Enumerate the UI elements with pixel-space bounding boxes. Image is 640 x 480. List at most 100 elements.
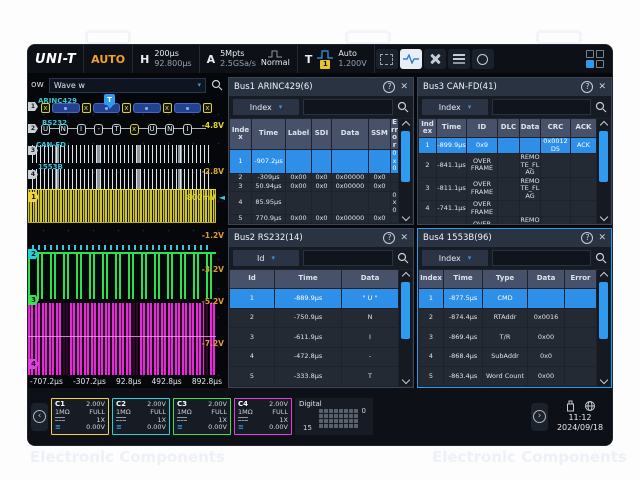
xy-tool-button[interactable] [424,49,446,69]
filter-dropdown[interactable]: Index▾ [422,250,488,266]
table-row[interactable]: 4-472.8µs- [230,348,398,367]
table-row[interactable]: 485.95µs0x0 [230,192,398,215]
zoom-search-icon[interactable] [211,79,223,91]
coupling-icon [177,417,187,422]
table-row[interactable]: 2-874.4µsRTAddr0x0016 [419,309,596,328]
close-icon[interactable]: ✕ [598,82,606,92]
search-input[interactable] [303,99,393,115]
scroll-up-icon[interactable] [401,121,409,129]
table-row[interactable]: 5-863.4µsWord Count0x00 [419,367,596,386]
table-row[interactable]: 1-877.5µsCMD [419,289,596,308]
table-row[interactable]: 2-841.1µsOVER FRAMEREMOTE_FLAG [419,154,596,177]
close-icon[interactable]: ✕ [400,82,408,92]
table-row[interactable]: 350.94µs0x000x00x000000x0 [230,183,398,191]
trigger-level-arrow-icon: ◄ [219,193,225,202]
bus2-position-tag[interactable]: 2 [28,124,38,133]
panel-header[interactable]: Bus4 1553B(96) ? ✕ [418,229,611,247]
search-input[interactable] [492,250,591,266]
table-cell: 0x00 [528,328,564,347]
scroll-down-icon[interactable] [599,376,607,384]
decode-tool-button[interactable] [400,49,422,69]
search-icon[interactable] [397,252,409,264]
scroll-thumb[interactable] [599,282,608,339]
scroll-down-icon[interactable] [599,213,607,221]
close-icon[interactable]: ✕ [400,233,408,243]
scroll-down-icon[interactable] [401,376,409,384]
results-tool-button[interactable] [448,49,470,69]
table-row[interactable]: 3-811.1µsOVER FRAMEREMOTE_FLAG [419,178,596,201]
scroll-right-button[interactable]: › [531,403,548,431]
panel-title: Bus4 1553B(96) [423,233,576,243]
scroll-up-icon[interactable] [599,121,607,129]
horizontal-settings[interactable]: H 200µs92.800µs [133,45,199,73]
acquire-settings[interactable]: A 5Mpts2.5GSa/s Normal [200,45,298,73]
search-input[interactable] [492,99,591,115]
table-cell: ACK [571,138,596,153]
scrollbar[interactable] [399,119,412,223]
table-row[interactable]: 2-309µs0x000x00x000000x0 [230,174,398,182]
bus1-wave-label: ARINC429 [38,97,77,105]
search-icon[interactable] [595,101,607,113]
decode-table: IdTimeData1-889.9µs" U "2-750.9µsN3-611.… [230,270,398,386]
table-row[interactable]: 5770.9µs0x000x00x000000x0 [230,215,398,223]
table-row[interactable]: 4-868.4µsSubAddr0x0 [419,348,596,367]
decode-frame [133,103,161,113]
table-row[interactable]: 5-333.8µsT [230,367,398,386]
scroll-thumb[interactable] [401,131,410,182]
table-cell: OVER FRAME [467,217,497,224]
bus4-wave-label: 1553B [38,163,63,171]
run-mode-button[interactable]: AUTO [84,45,133,73]
panel-header[interactable]: Bus2 RS232(14) ? ✕ [229,229,413,247]
help-icon[interactable]: ? [581,81,593,93]
measure-tool-button[interactable] [376,49,398,69]
trigger-settings[interactable]: T 1 Auto1.200V [298,45,375,73]
filter-dropdown[interactable]: Index▾ [233,99,299,115]
help-icon[interactable]: ? [383,81,395,93]
window-layout-button[interactable] [586,50,604,73]
table-row[interactable]: 3-869.4µsT/R0x00 [419,328,596,347]
table-row[interactable]: 3-611.9µsI [230,328,398,347]
scroll-down-icon[interactable] [401,213,409,221]
table-cell: N [342,309,398,328]
scrollbar[interactable] [597,270,610,386]
scrollbar[interactable] [399,270,412,386]
table-cell: -741.1µs [437,201,466,216]
channel3-badge[interactable]: C32.00V 1MΩFULL 1X ≡0.00V [173,398,231,435]
help-icon[interactable]: ? [581,232,593,244]
coupling-icon [55,417,65,422]
search-icon[interactable] [595,252,607,264]
scroll-up-icon[interactable] [599,272,607,280]
scrollbar[interactable] [597,119,610,223]
panel-header[interactable]: Bus1 ARINC429(6) ? ✕ [229,78,413,96]
search-icon[interactable] [397,101,409,113]
search-tool-button[interactable] [472,49,494,69]
trigger-position-flag[interactable]: T [104,94,115,105]
panel-title: Bus2 RS232(14) [234,233,378,243]
bus1-position-tag[interactable]: 1 [28,102,38,111]
scroll-up-icon[interactable] [401,272,409,280]
table-cell: 0x00000 [332,174,368,182]
channel1-badge[interactable]: C12.00V 1MΩFULL 1X ≡0.00V [51,398,109,435]
digital-channels-badge[interactable]: Digital 0 15 [295,398,373,435]
channel2-badge[interactable]: C22.00V 1MΩFULL 1X ≡0.00V [112,398,170,435]
scroll-thumb[interactable] [599,131,608,182]
table-row[interactable]: 2-750.9µsN [230,309,398,328]
help-icon[interactable]: ? [383,232,395,244]
close-icon[interactable]: ✕ [598,233,606,243]
display-mode-dropdown[interactable]: Wave w▾ [49,78,206,93]
channel4-badge[interactable]: C42.00V 1MΩFULL 1X ≡0.00V [234,398,292,435]
table-cell: 5 [419,367,443,386]
filter-dropdown[interactable]: Id▾ [233,250,299,266]
panel-header[interactable]: Bus3 CAN-FD(41) ? ✕ [418,78,611,96]
waveform-area[interactable]: T ARINC429 RS232 CAN-FD 1553B 1 2 3 4 x … [28,97,228,388]
scroll-thumb[interactable] [401,282,410,339]
table-row[interactable]: 4-741.1µsOVER FRAME [419,201,596,216]
table-row[interactable]: 1-889.9µs" U " [230,289,398,308]
table-row[interactable]: 5-711.1µsOVER FRAMEREMOTE_FLAG [419,217,596,224]
scroll-left-button[interactable]: ‹ [31,403,48,431]
table-row[interactable]: 1-899.9µs0x90x0012D5ACK [419,138,596,153]
table-row[interactable]: 1-907.2µs0x0 [230,150,398,173]
search-input[interactable] [303,250,393,266]
layout-cell [586,50,594,58]
filter-dropdown[interactable]: Index▾ [422,99,488,115]
